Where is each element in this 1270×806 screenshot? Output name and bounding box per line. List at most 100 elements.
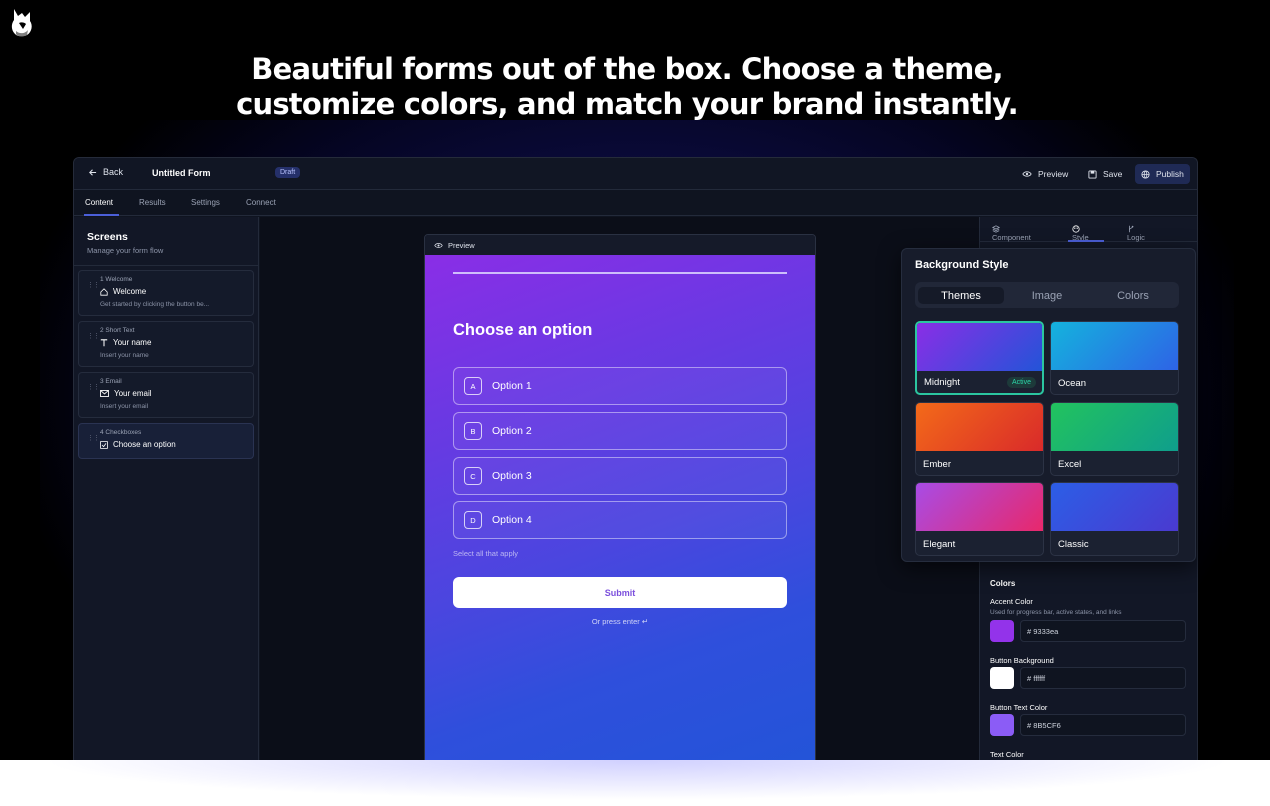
theme-midnight[interactable]: Midnight Active: [915, 321, 1044, 395]
theme-classic[interactable]: Classic: [1050, 482, 1179, 556]
option-label: Option 4: [492, 514, 532, 526]
active-badge: Active: [1006, 377, 1036, 388]
background-style-title: Background Style: [915, 259, 1009, 271]
button-text-color-input[interactable]: # 8B5CF6: [1020, 714, 1186, 736]
screen-name-text: Your name: [113, 338, 152, 347]
preview-label: Preview: [1038, 169, 1069, 179]
theme-ocean[interactable]: Ocean: [1050, 321, 1179, 395]
button-text-color-swatch[interactable]: [990, 714, 1014, 736]
theme-swatch: [1051, 403, 1178, 451]
drag-handle-icon[interactable]: ⋮⋮: [87, 383, 100, 391]
background-style-popover: Background Style Themes Image Colors Mid…: [901, 248, 1196, 562]
question-title: Choose an option: [453, 321, 593, 339]
accent-color-desc: Used for progress bar, active states, an…: [990, 609, 1122, 616]
home-icon: [100, 287, 108, 296]
screen-desc: Get started by clicking the button be...: [100, 301, 210, 308]
theme-name: Elegant: [923, 539, 956, 550]
theme-name: Midnight: [924, 377, 960, 388]
option-2[interactable]: B Option 2: [453, 412, 787, 450]
button-text-color-label: Button Text Color: [990, 703, 1048, 712]
option-key: B: [464, 422, 482, 440]
screen-item-email[interactable]: ⋮⋮ 3 Email Your email Insert your email: [78, 372, 254, 418]
theme-excel[interactable]: Excel: [1050, 402, 1179, 476]
theme-swatch: [917, 323, 1042, 371]
main-tabs: Content Results Settings Connect: [74, 190, 1197, 216]
screen-item-welcome[interactable]: ⋮⋮ 1 Welcome Welcome Get started by clic…: [78, 270, 254, 316]
form-body: Choose an option A Option 1 B Option 2 C…: [425, 255, 815, 760]
status-badge: Draft: [275, 167, 301, 178]
option-key: A: [464, 377, 482, 395]
enter-hint: Or press enter ↵: [591, 617, 649, 626]
screen-meta: 4 Checkboxes: [100, 429, 142, 436]
option-key: D: [464, 511, 482, 529]
option-1[interactable]: A Option 1: [453, 367, 787, 405]
form-preview: Preview Choose an option A Option 1 B Op…: [424, 234, 816, 760]
publish-button[interactable]: Publish: [1135, 164, 1190, 184]
screen-meta: 1 Welcome: [100, 276, 133, 283]
accent-color-input[interactable]: # 9333ea: [1020, 620, 1186, 642]
button-background-swatch[interactable]: [990, 667, 1014, 689]
screen-meta: 3 Email: [100, 378, 122, 385]
screen-name-text: Choose an option: [113, 440, 176, 449]
screens-sidebar: Screens Manage your form flow ⋮⋮ 1 Welco…: [74, 217, 259, 760]
button-background-label: Button Background: [990, 656, 1054, 665]
theme-name: Classic: [1058, 539, 1089, 550]
top-bar: Back Untitled Form Draft Preview Save Pu…: [74, 158, 1197, 190]
tab-content[interactable]: Content: [85, 198, 113, 207]
preview-header: Preview: [425, 235, 815, 255]
save-label: Save: [1103, 169, 1123, 179]
theme-elegant[interactable]: Elegant: [915, 482, 1044, 556]
sidebar-divider: [74, 265, 259, 266]
hero-headline: Beautiful forms out of the box. Choose a…: [0, 52, 1254, 122]
theme-name: Ocean: [1058, 378, 1086, 389]
button-background-input[interactable]: # ffffff: [1020, 667, 1186, 689]
screen-name: Your email: [100, 389, 152, 398]
tab-connect[interactable]: Connect: [246, 198, 276, 207]
tab-style[interactable]: Style: [1072, 225, 1089, 242]
save-button[interactable]: Save: [1082, 164, 1128, 184]
progress-bar: [453, 272, 787, 274]
theme-ember[interactable]: Ember: [915, 402, 1044, 476]
form-title[interactable]: Untitled Form: [152, 168, 211, 178]
screen-meta: 2 Short Text: [100, 327, 135, 334]
save-icon: [1088, 169, 1097, 179]
theme-swatch: [916, 403, 1043, 451]
preview-button[interactable]: Preview: [1016, 164, 1074, 184]
segment-colors[interactable]: Colors: [1090, 287, 1176, 304]
eye-icon: [1022, 171, 1032, 177]
theme-name: Excel: [1058, 459, 1082, 470]
drag-handle-icon[interactable]: ⋮⋮: [87, 434, 100, 442]
option-key: C: [464, 467, 482, 485]
text-color-label: Text Color: [990, 750, 1024, 759]
accent-color-swatch[interactable]: [990, 620, 1014, 642]
option-label: Option 3: [492, 470, 532, 482]
checkbox-icon: [100, 440, 108, 449]
tab-component[interactable]: Component: [992, 225, 1031, 242]
back-button[interactable]: Back: [88, 167, 123, 177]
screen-desc: Insert your email: [100, 403, 149, 410]
screen-name-text: Your email: [114, 389, 152, 398]
tab-logic-label: Logic: [1127, 233, 1145, 242]
sidebar-subtitle: Manage your form flow: [87, 246, 164, 255]
sidebar-title: Screens: [87, 231, 128, 243]
publish-label: Publish: [1156, 169, 1184, 179]
option-label: Option 2: [492, 425, 532, 437]
tab-settings[interactable]: Settings: [191, 198, 220, 207]
segment-themes[interactable]: Themes: [918, 287, 1004, 304]
globe-icon: [1141, 169, 1150, 179]
screen-name: Welcome: [100, 287, 146, 296]
segment-image[interactable]: Image: [1004, 287, 1090, 304]
screen-item-short-text[interactable]: ⋮⋮ 2 Short Text Your name Insert your na…: [78, 321, 254, 367]
select-hint: Select all that apply: [453, 549, 519, 558]
tab-logic[interactable]: Logic: [1127, 225, 1145, 242]
theme-swatch: [1051, 483, 1178, 531]
tab-results[interactable]: Results: [139, 198, 166, 207]
drag-handle-icon[interactable]: ⋮⋮: [87, 332, 100, 340]
screen-name-text: Welcome: [113, 287, 147, 296]
screen-item-checkboxes[interactable]: ⋮⋮ 4 Checkboxes Choose an option: [78, 423, 254, 459]
tab-component-label: Component: [992, 233, 1031, 242]
drag-handle-icon[interactable]: ⋮⋮: [87, 281, 100, 289]
submit-button[interactable]: Submit: [453, 577, 787, 608]
option-4[interactable]: D Option 4: [453, 501, 787, 539]
option-3[interactable]: C Option 3: [453, 457, 787, 495]
